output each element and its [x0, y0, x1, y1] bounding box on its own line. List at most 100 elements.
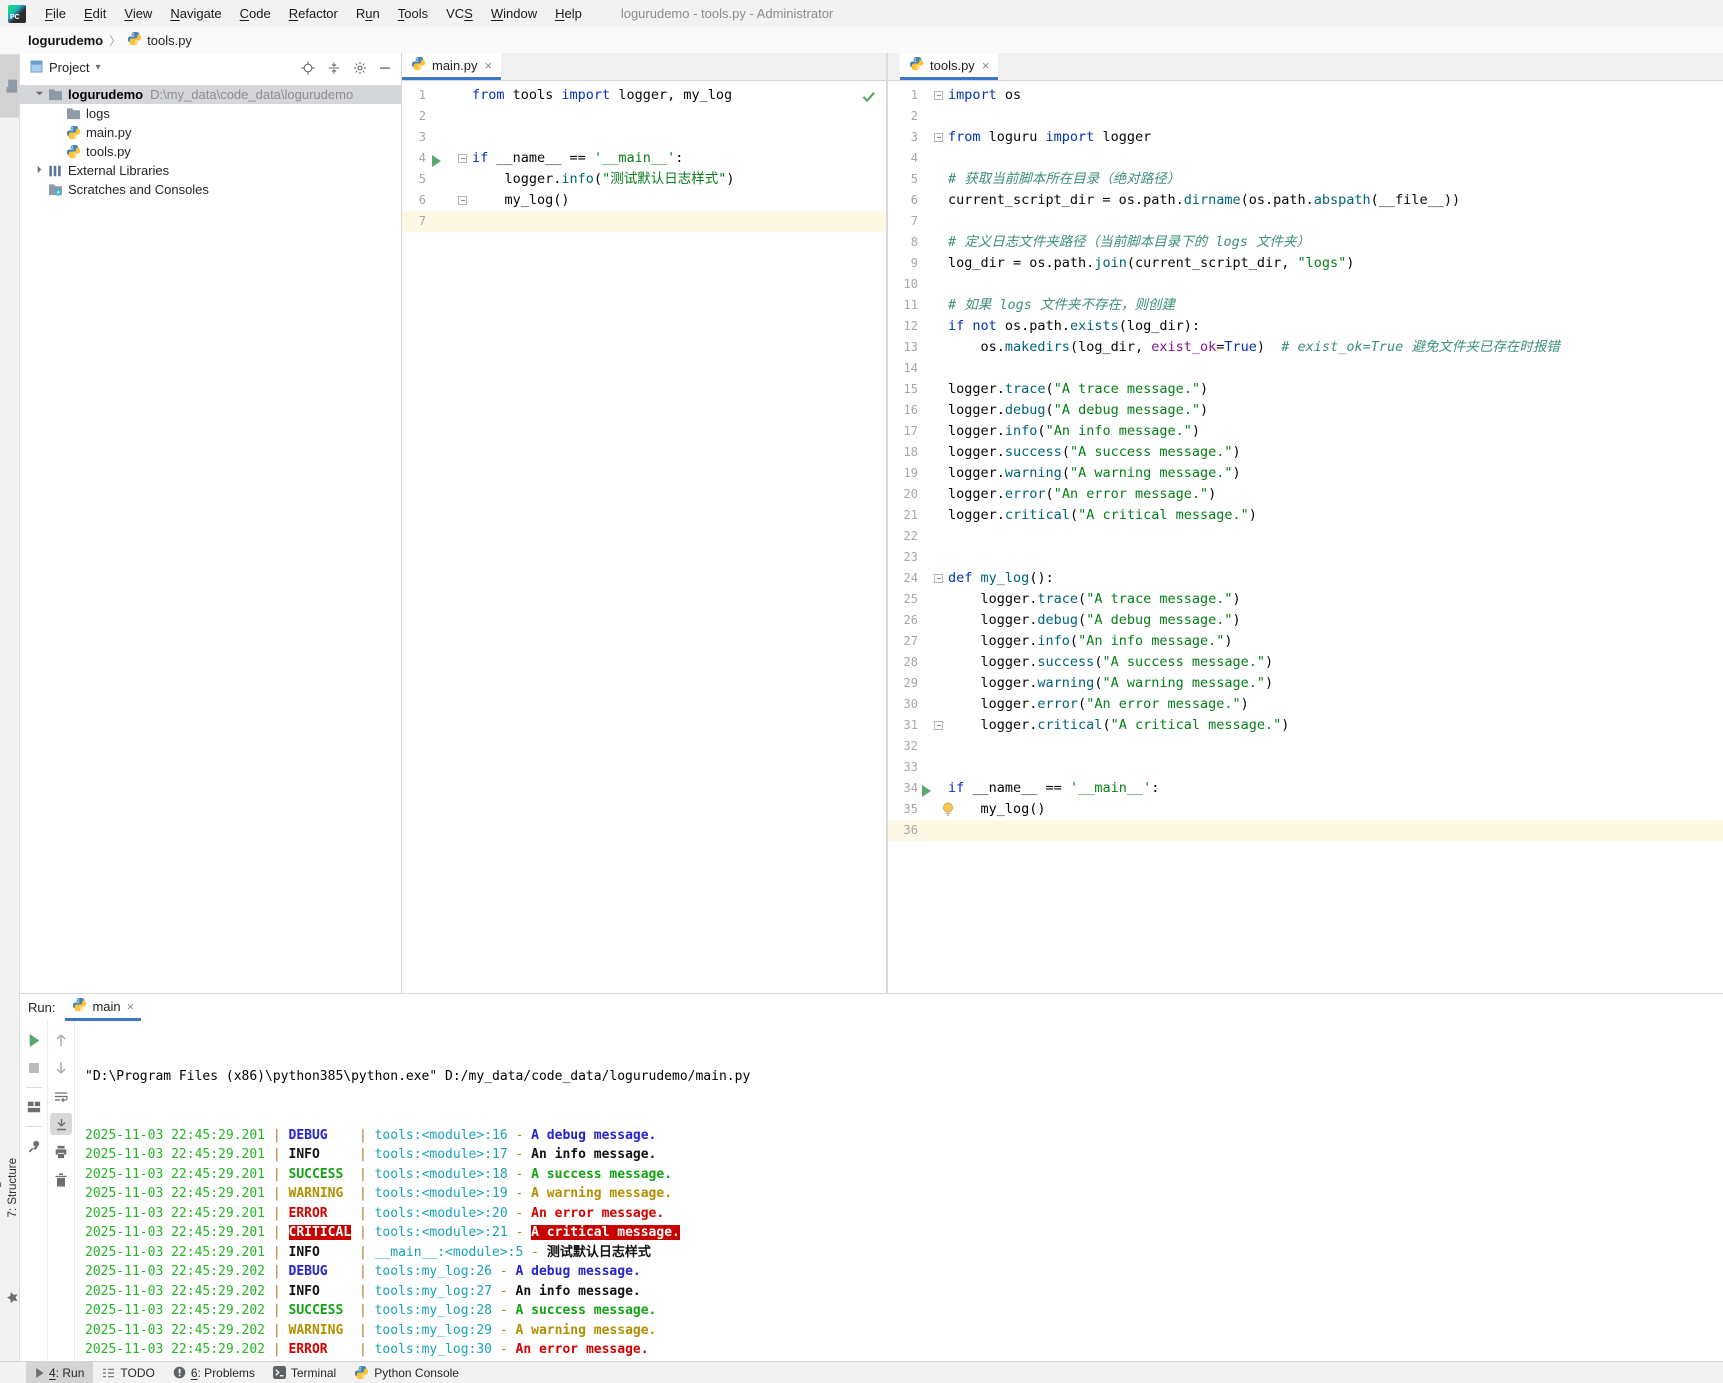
- stripe-tab-structure[interactable]: 7: Structure: [0, 1151, 19, 1224]
- statusbar-python-console[interactable]: Python Console: [345, 1362, 468, 1383]
- statusbar-4-run[interactable]: 4: Run: [26, 1362, 93, 1383]
- collapse-all-icon[interactable]: [327, 61, 341, 75]
- tree-item-tools-py[interactable]: tools.py: [20, 142, 401, 161]
- menu-code[interactable]: Code: [231, 3, 280, 24]
- code-text[interactable]: [940, 757, 1723, 778]
- close-icon[interactable]: ×: [982, 58, 990, 73]
- tab-tools-py[interactable]: tools.py ×: [900, 53, 998, 80]
- breadcrumb-project[interactable]: logurudemo: [28, 33, 103, 48]
- code-text[interactable]: [940, 211, 1723, 232]
- tree-item-logurudemo[interactable]: logurudemoD:\my_data\code_data\logurudem…: [20, 85, 401, 104]
- code-text[interactable]: # 定义日志文件夹路径（当前脚本目录下的 logs 文件夹）: [940, 232, 1723, 253]
- code-text[interactable]: logger.error("An error message."): [940, 694, 1723, 715]
- code-text[interactable]: from tools import logger, my_log: [464, 85, 886, 106]
- code-text[interactable]: if __name__ == '__main__':: [940, 778, 1723, 799]
- pin-icon[interactable]: [23, 1135, 45, 1157]
- code-text[interactable]: logger.critical("A critical message."): [940, 715, 1723, 736]
- menu-view[interactable]: View: [115, 3, 161, 24]
- restore-layout-icon[interactable]: [23, 1096, 45, 1118]
- code-text[interactable]: [464, 106, 886, 127]
- code-text[interactable]: logger.debug("A debug message."): [940, 400, 1723, 421]
- chevron-down-icon[interactable]: ▾: [95, 62, 100, 73]
- code-text[interactable]: [940, 106, 1723, 127]
- fold-marker-icon[interactable]: [934, 91, 943, 100]
- code-text[interactable]: [940, 820, 1723, 841]
- code-text[interactable]: if not os.path.exists(log_dir):: [940, 316, 1723, 337]
- run-tab-main[interactable]: main ×: [65, 994, 141, 1021]
- code-text[interactable]: logger.success("A success message."): [940, 652, 1723, 673]
- menu-run[interactable]: Run: [347, 3, 389, 24]
- code-text[interactable]: [464, 127, 886, 148]
- menu-refactor[interactable]: Refactor: [280, 3, 347, 24]
- code-text[interactable]: # 如果 logs 文件夹不存在，则创建: [940, 295, 1723, 316]
- code-text[interactable]: logger.warning("A warning message."): [940, 463, 1723, 484]
- tree-item-logs[interactable]: logs: [20, 104, 401, 123]
- code-text[interactable]: my_log(): [940, 799, 1723, 820]
- code-text[interactable]: logger.debug("A debug message."): [940, 610, 1723, 631]
- tab-main-py[interactable]: main.py ×: [402, 53, 501, 80]
- code-text[interactable]: [940, 547, 1723, 568]
- close-icon[interactable]: ×: [127, 999, 135, 1014]
- print-icon[interactable]: [50, 1141, 72, 1163]
- project-panel-title[interactable]: Project: [49, 60, 89, 75]
- tree-item-main-py[interactable]: main.py: [20, 123, 401, 142]
- settings-icon[interactable]: [353, 61, 367, 75]
- tree-item-external-libraries[interactable]: External Libraries: [20, 161, 401, 180]
- tree-item-scratches-and-consoles[interactable]: Scratches and Consoles: [20, 180, 401, 199]
- code-text[interactable]: logger.info("An info message."): [940, 631, 1723, 652]
- hide-icon[interactable]: [379, 62, 391, 74]
- code-text[interactable]: log_dir = os.path.join(current_script_di…: [940, 253, 1723, 274]
- up-stack-trace-icon[interactable]: [50, 1029, 72, 1051]
- menu-navigate[interactable]: Navigate: [161, 3, 230, 24]
- stripe-tab-favorites[interactable]: 2: Favorites: [0, 1261, 19, 1335]
- stop-icon[interactable]: [23, 1057, 45, 1079]
- code-text[interactable]: # 获取当前脚本所在目录（绝对路径）: [940, 169, 1723, 190]
- fold-marker-icon[interactable]: [934, 721, 943, 730]
- soft-wrap-icon[interactable]: [50, 1085, 72, 1107]
- code-text[interactable]: logger.critical("A critical message."): [940, 505, 1723, 526]
- statusbar-6-problems[interactable]: 6: Problems: [164, 1362, 264, 1383]
- code-text[interactable]: logger.info("测试默认日志样式"): [464, 169, 886, 190]
- editor-main-body[interactable]: 1from tools import logger, my_log234if _…: [402, 81, 886, 993]
- statusbar-terminal[interactable]: Terminal: [264, 1362, 345, 1383]
- scroll-to-end-icon[interactable]: [50, 1113, 72, 1135]
- menu-help[interactable]: Help: [546, 3, 591, 24]
- fold-marker-icon[interactable]: [458, 196, 467, 205]
- code-text[interactable]: def my_log():: [940, 568, 1723, 589]
- code-text[interactable]: logger.warning("A warning message."): [940, 673, 1723, 694]
- code-text[interactable]: import os: [940, 85, 1723, 106]
- code-text[interactable]: [464, 211, 886, 232]
- code-text[interactable]: logger.trace("A trace message."): [940, 589, 1723, 610]
- editor-tools-body[interactable]: 1import os23from loguru import logger45#…: [888, 81, 1723, 993]
- clear-console-icon[interactable]: [50, 1169, 72, 1191]
- fold-marker-icon[interactable]: [458, 154, 467, 163]
- code-text[interactable]: logger.trace("A trace message."): [940, 379, 1723, 400]
- fold-marker-icon[interactable]: [934, 133, 943, 142]
- code-text[interactable]: [940, 736, 1723, 757]
- code-text[interactable]: [940, 148, 1723, 169]
- menu-file[interactable]: File: [36, 3, 75, 24]
- menu-edit[interactable]: Edit: [75, 3, 115, 24]
- chevron-down-icon[interactable]: [30, 89, 48, 101]
- statusbar-todo[interactable]: TODO: [93, 1362, 163, 1383]
- code-text[interactable]: current_script_dir = os.path.dirname(os.…: [940, 190, 1723, 211]
- code-text[interactable]: [940, 274, 1723, 295]
- run-console-output[interactable]: "D:\Program Files (x86)\python385\python…: [75, 1021, 1723, 1361]
- menu-tools[interactable]: Tools: [389, 3, 437, 24]
- breadcrumb-file[interactable]: tools.py: [127, 31, 192, 49]
- code-text[interactable]: my_log(): [464, 190, 886, 211]
- code-text[interactable]: logger.error("An error message."): [940, 484, 1723, 505]
- stripe-tab-project[interactable]: 1: Project: [0, 55, 19, 118]
- fold-marker-icon[interactable]: [934, 574, 943, 583]
- code-text[interactable]: from loguru import logger: [940, 127, 1723, 148]
- code-text[interactable]: if __name__ == '__main__':: [464, 148, 886, 169]
- chevron-right-icon[interactable]: [30, 165, 48, 177]
- code-text[interactable]: logger.success("A success message."): [940, 442, 1723, 463]
- menu-window[interactable]: Window: [482, 3, 546, 24]
- code-text[interactable]: os.makedirs(log_dir, exist_ok=True) # ex…: [940, 337, 1723, 358]
- rerun-icon[interactable]: [23, 1029, 45, 1051]
- code-text[interactable]: logger.info("An info message."): [940, 421, 1723, 442]
- menu-vcs[interactable]: VCS: [437, 3, 482, 24]
- code-text[interactable]: [940, 526, 1723, 547]
- close-icon[interactable]: ×: [485, 58, 493, 73]
